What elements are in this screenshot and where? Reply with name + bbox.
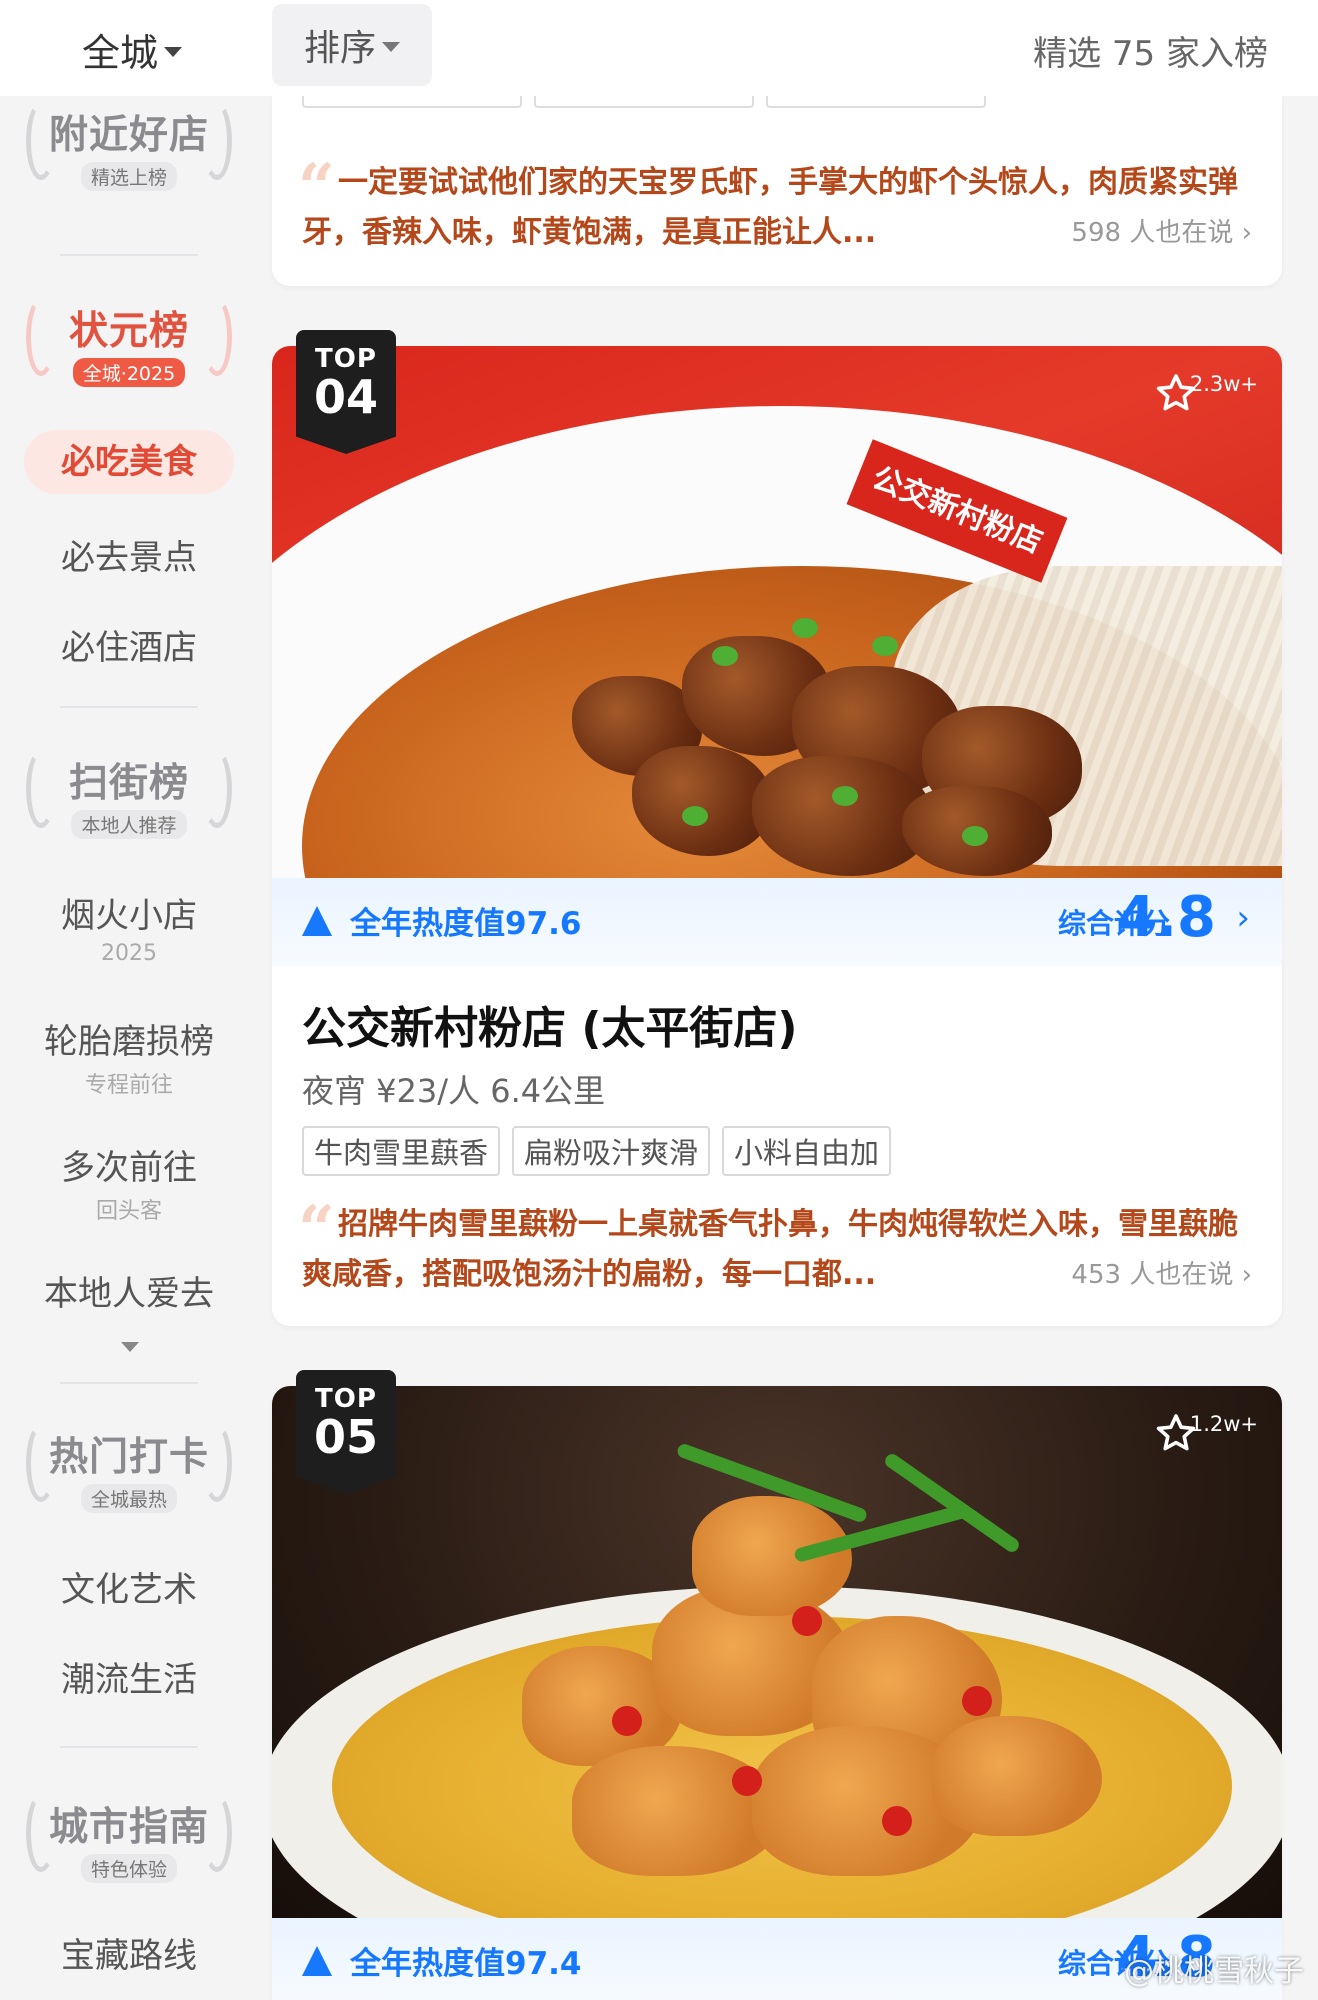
tag-row: 牛肉雪里蕻香 扁粉吸汁爽滑 小料自由加 [302,1126,892,1176]
sidebar-item-sub: 专程前往 [84,1073,173,1098]
sidebar-item-culture-art[interactable]: 文化艺术 [0,1562,258,1611]
rank-number: 05 [313,1410,378,1464]
laurel-right-icon [202,1794,232,1872]
laurel-left-icon [26,102,56,180]
shop-meta: 夜宵 ¥23/人 6.4公里 [302,1072,606,1110]
shop-card-05[interactable]: TOP 05 1.2w+ 全年热度值97.4 综合评分 4.8 [272,1370,1282,2000]
favorite-button[interactable]: 1.2w+ [1152,1410,1258,1458]
badge-subtitle: 精选上榜 [80,162,177,191]
review-count-link[interactable]: 453 人也在说 › [1071,1250,1252,1300]
sort-label: 排序 [303,28,376,69]
badge-subtitle: 全城最热 [80,1484,177,1513]
sidebar-item-repeat-visits[interactable]: 多次前往 回头客 [0,1140,258,1225]
filter-bar: 全城 排序 精选 75 家入榜 [0,0,1318,96]
laurel-right-icon [202,298,232,376]
weibo-watermark: @桃桃雪秋子 [1124,1954,1304,1989]
caret-down-icon [382,42,400,52]
review-snippet[interactable]: “ 一定要试试他们家的天宝罗氏虾，手掌大的虾个头惊人，肉质紧实弹牙，香辣入味，虾… [298,156,1252,258]
laurel-left-icon [26,750,56,828]
shop-card-03[interactable]: “ 一定要试试他们家的天宝罗氏虾，手掌大的虾个头惊人，肉质紧实弹牙，香辣入味，虾… [272,96,1282,286]
favorite-count: 1.2w+ [1189,1412,1258,1436]
heat-value: 全年热度值97.4 [350,1946,582,1982]
expand-more-icon[interactable] [121,1342,139,1352]
sidebar-item-label: 烟火小店 [61,896,197,936]
laurel-left-icon [26,298,56,376]
sidebar-badge-champion[interactable]: 状元榜 全城·2025 [24,290,234,396]
rank-badge: TOP 05 [296,1370,396,1494]
sidebar-badge-guide[interactable]: 城市指南 特色体验 [24,1786,234,1892]
sidebar-divider [60,1746,198,1748]
heat-arrow-icon [302,906,332,936]
favorite-count: 2.3w+ [1189,372,1258,396]
review-count-link[interactable]: 598 人也在说 › [1071,208,1252,258]
shop-name[interactable]: 公交新村粉店 (太平街店) [302,992,798,1056]
heat-arrow-icon [302,1946,332,1976]
sidebar-item-sub: 2025 [101,941,157,966]
category-sidebar: 附近好店 精选上榜 状元榜 全城·2025 必吃美食 必去景点 必住酒店 扫街榜… [0,96,258,2000]
rating-score: 4.8 [1116,885,1216,950]
laurel-left-icon [26,1794,56,1872]
badge-subtitle: 本地人推荐 [71,810,187,839]
tag: 小料自由加 [722,1126,892,1176]
sidebar-item-must-eat[interactable]: 必吃美食 [24,430,234,494]
heat-rating-bar[interactable]: 全年热度值97.6 综合评分 4.8 › [272,878,1282,966]
sort-button[interactable]: 排序 [272,4,432,86]
sidebar-item-hidden-routes[interactable]: 宝藏路线 [0,1928,258,1977]
sidebar-divider [60,706,198,708]
chevron-right-icon: › [1236,898,1250,938]
sidebar-item-sub: 回头客 [95,1199,162,1224]
rank-badge: TOP 04 [296,330,396,454]
rank-number: 04 [313,370,378,424]
sidebar-item-street-food[interactable]: 烟火小店 2025 [0,888,258,966]
laurel-right-icon [202,1424,232,1502]
heat-value: 全年热度值97.6 [350,906,582,942]
sidebar-item-trend-life[interactable]: 潮流生活 [0,1652,258,1701]
sidebar-badge-street[interactable]: 扫街榜 本地人推荐 [24,742,234,848]
review-snippet[interactable]: “ 招牌牛肉雪里蕻粉一上桌就香气扑鼻，牛肉炖得软烂入味，雪里蕻脆爽咸香，搭配吸饱… [298,1198,1252,1300]
sidebar-item-tire-wear[interactable]: 轮胎磨损榜 专程前往 [0,1014,258,1099]
shop-card-04[interactable]: TOP 04 公交新村粉店 2.3w+ 全年热度值97.6 综合评分 4.8 ›… [272,330,1282,1326]
sidebar-item-must-visit[interactable]: 必去景点 [0,530,258,579]
sidebar-badge-nearby[interactable]: 附近好店 精选上榜 [24,94,234,200]
badge-subtitle: 特色体验 [80,1854,177,1883]
city-filter-button[interactable]: 全城 [82,22,183,77]
tag-row-cut [302,96,986,108]
sidebar-item-label: 轮胎磨损榜 [44,1022,214,1062]
sidebar-divider [60,1382,198,1384]
shop-photo[interactable]: 1.2w+ [272,1386,1282,1918]
tag: 扁粉吸汁爽滑 [512,1126,711,1176]
favorite-button[interactable]: 2.3w+ [1152,370,1258,418]
list-count-label: 精选 75 家入榜 [1033,34,1268,74]
sidebar-item-local-favorite[interactable]: 本地人爱去 [0,1266,258,1315]
city-filter-label: 全城 [82,31,159,75]
sidebar-item-must-stay[interactable]: 必住酒店 [0,620,258,669]
sidebar-item-label: 多次前往 [61,1148,197,1188]
laurel-right-icon [202,750,232,828]
sidebar-divider [60,254,198,256]
badge-subtitle: 全城·2025 [72,358,186,387]
tag: 牛肉雪里蕻香 [302,1126,501,1176]
laurel-right-icon [202,102,232,180]
laurel-left-icon [26,1424,56,1502]
sidebar-badge-hot[interactable]: 热门打卡 全城最热 [24,1416,234,1522]
sidebar-item-label: 本地人爱去 [44,1274,214,1314]
shop-photo[interactable]: 公交新村粉店 2.3w+ [272,346,1282,878]
caret-down-icon [164,46,183,57]
